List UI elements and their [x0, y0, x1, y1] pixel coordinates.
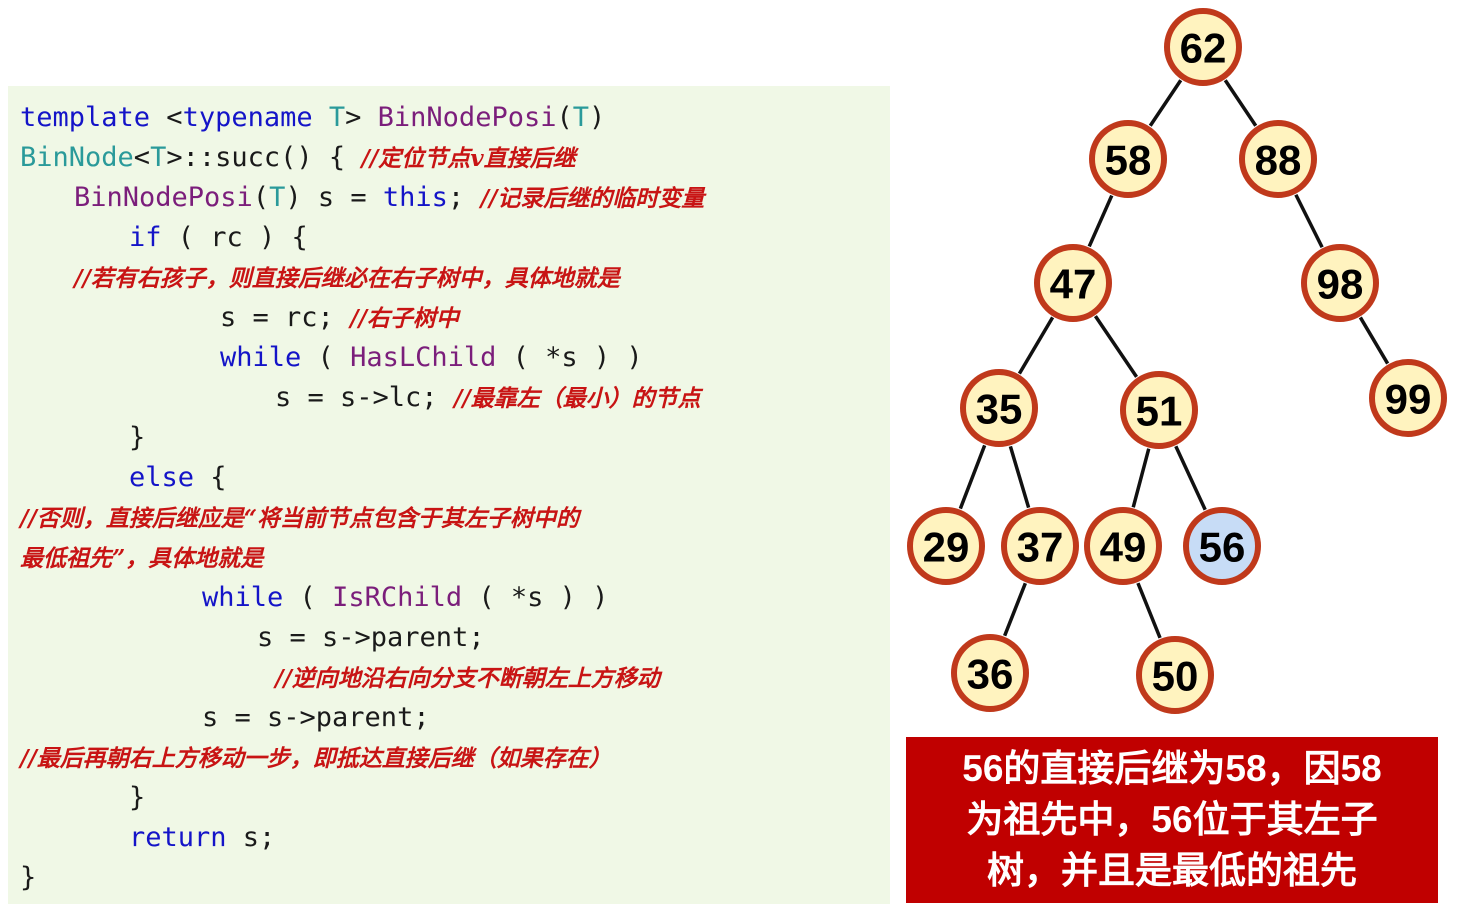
tree-edge-35-37	[1008, 445, 1031, 509]
tree-node-label-29: 29	[923, 524, 970, 571]
tree-node-label-35: 35	[976, 386, 1023, 433]
tree-edge-37-36	[1003, 582, 1027, 637]
tree-node-50: 50	[1136, 636, 1214, 714]
tree-node-35: 35	[960, 369, 1038, 447]
callout-line-3: 树，并且是最低的祖先	[987, 850, 1357, 891]
slide: template <typename T> BinNodePosi(T) Bin…	[0, 0, 1467, 918]
tree-node-label-62: 62	[1180, 25, 1227, 72]
tree-edge-35-29	[958, 444, 987, 510]
tree-node-label-51: 51	[1136, 388, 1183, 435]
tree-edge-62-88	[1223, 79, 1258, 127]
callout-line-1: 56的直接后继为58，因58	[962, 748, 1382, 789]
tree-edge-51-56	[1174, 445, 1207, 511]
tree-node-36: 36	[951, 634, 1029, 712]
tree-edge-58-47	[1087, 194, 1114, 248]
tree-node-label-50: 50	[1152, 653, 1199, 700]
tree-node-51: 51	[1120, 371, 1198, 449]
tree-node-label-58: 58	[1105, 137, 1152, 184]
tree-node-37: 37	[1001, 507, 1079, 585]
tree-nodes: 62 58 88 47 98 35 51 99 29 37 49 56 36 50	[907, 8, 1447, 714]
tree-node-label-56: 56	[1199, 524, 1246, 571]
tree-node-99: 99	[1369, 359, 1447, 437]
tree-node-29: 29	[907, 507, 985, 585]
tree-node-label-36: 36	[967, 651, 1014, 698]
tree-node-label-99: 99	[1385, 376, 1432, 423]
tree-node-label-98: 98	[1317, 261, 1364, 308]
tree-node-label-37: 37	[1017, 524, 1064, 571]
tree-node-label-49: 49	[1100, 524, 1147, 571]
tree-node-49: 49	[1084, 507, 1162, 585]
tree-node-62: 62	[1164, 8, 1242, 86]
tree-edge-47-51	[1093, 315, 1139, 378]
tree-edge-88-98	[1294, 193, 1324, 249]
tree-edge-98-99	[1358, 316, 1390, 365]
tree-edge-51-49	[1131, 448, 1151, 508]
tree-node-47: 47	[1034, 244, 1112, 322]
tree-edge-49-50	[1136, 582, 1162, 639]
tree-edge-47-35	[1017, 316, 1055, 375]
callout-line-2: 为祖先中，56位于其左子	[966, 799, 1378, 840]
tree-node-label-88: 88	[1255, 137, 1302, 184]
tree-node-56: 56	[1183, 507, 1261, 585]
tree-node-88: 88	[1239, 120, 1317, 198]
tree-node-98: 98	[1301, 244, 1379, 322]
tree-node-label-47: 47	[1050, 261, 1097, 308]
explanation-callout: 56的直接后继为58，因58 为祖先中，56位于其左子 树，并且是最低的祖先	[906, 737, 1438, 903]
tree-node-58: 58	[1089, 120, 1167, 198]
tree-edge-62-58	[1148, 79, 1183, 127]
